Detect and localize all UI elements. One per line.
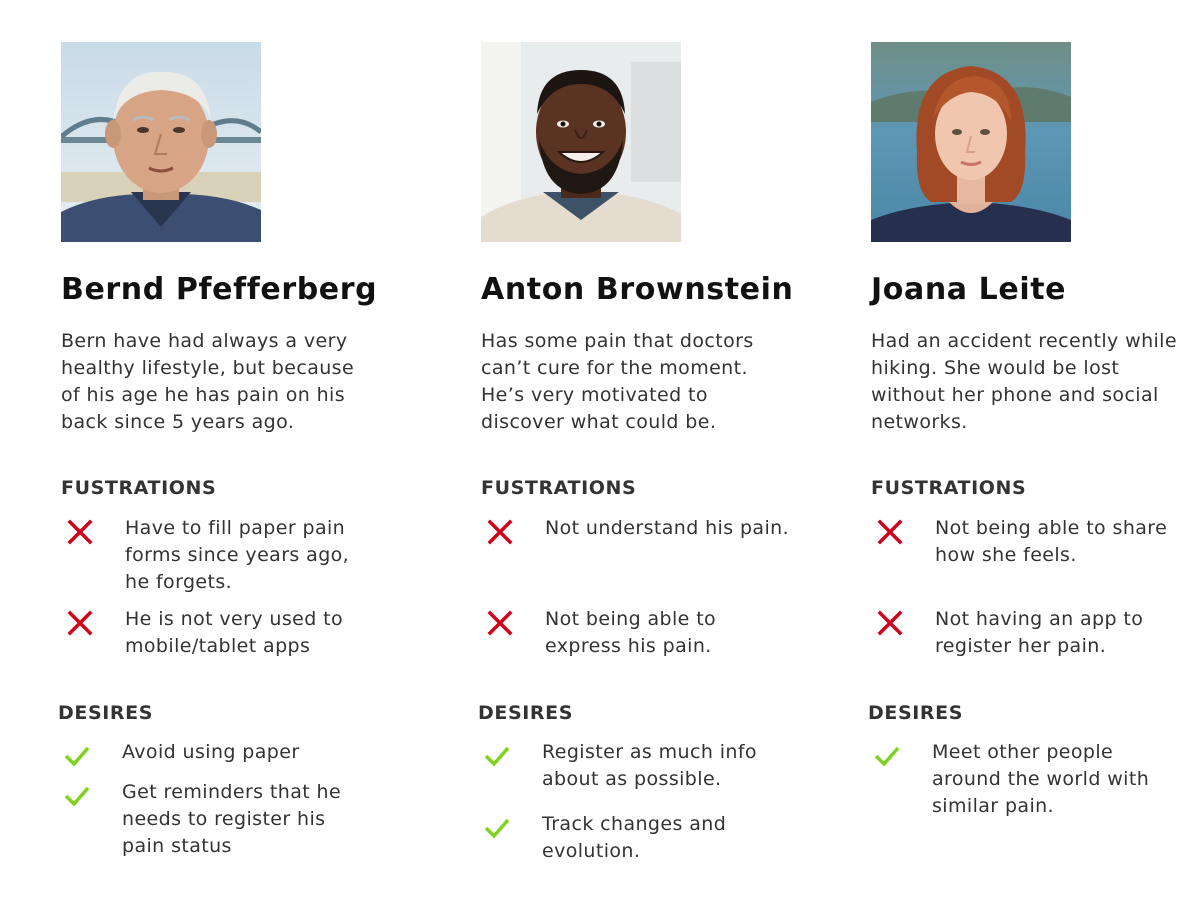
checkmark-icon — [64, 746, 90, 767]
desire-text: Get reminders that he needs to register … — [122, 781, 342, 857]
frustration-text: Not having an app to register her pain. — [935, 608, 1144, 657]
persona-bio: Had an accident recently while hiking. S… — [871, 330, 1177, 433]
cross-icon — [877, 610, 903, 636]
checkmark-icon — [484, 746, 510, 767]
cross-icon — [67, 610, 93, 636]
desire-text: Avoid using paper — [122, 741, 300, 763]
persona-bio: Bern have had always a very healthy life… — [61, 330, 355, 433]
cross-icon — [487, 519, 513, 545]
frustrations-label: FUSTRATIONS — [871, 477, 1027, 499]
desires-label: DESIRES — [868, 702, 963, 724]
frustration-text: Not being able to express his pain. — [545, 608, 717, 657]
frustration-text: Not being able to share how she feels. — [935, 517, 1168, 566]
persona-photo-joana — [871, 42, 1071, 242]
persona-card-joana: Joana Leite Had an accident recently whi… — [868, 0, 1200, 900]
persona-card-bernd: Bernd Pfefferberg Bern have had always a… — [58, 0, 391, 900]
persona-bio: Has some pain that doctors can’t cure fo… — [481, 330, 754, 433]
desires-label: DESIRES — [478, 702, 573, 724]
persona-photo-anton — [481, 42, 681, 242]
desire-text: Meet other people around the world with … — [932, 741, 1150, 817]
frustration-text: Have to fill paper pain forms since year… — [125, 517, 350, 593]
persona-name: Bernd Pfefferberg — [61, 272, 378, 307]
cross-icon — [877, 519, 903, 545]
frustrations-label: FUSTRATIONS — [481, 477, 637, 499]
persona-card-anton: Anton Brownstein Has some pain that doct… — [478, 0, 811, 900]
desires-label: DESIRES — [58, 702, 153, 724]
checkmark-icon — [484, 818, 510, 839]
frustration-text: He is not very used to mobile/tablet app… — [125, 608, 344, 657]
desire-text: Register as much info about as possible. — [542, 741, 757, 790]
checkmark-icon — [64, 786, 90, 807]
frustrations-label: FUSTRATIONS — [61, 477, 217, 499]
cross-icon — [67, 519, 93, 545]
checkmark-icon — [874, 746, 900, 767]
desire-text: Track changes and evolution. — [542, 813, 727, 862]
persona-name: Joana Leite — [871, 272, 1067, 307]
persona-photo-bernd — [61, 42, 261, 242]
frustration-text: Not understand his pain. — [545, 517, 790, 539]
persona-name: Anton Brownstein — [481, 272, 794, 307]
cross-icon — [487, 610, 513, 636]
